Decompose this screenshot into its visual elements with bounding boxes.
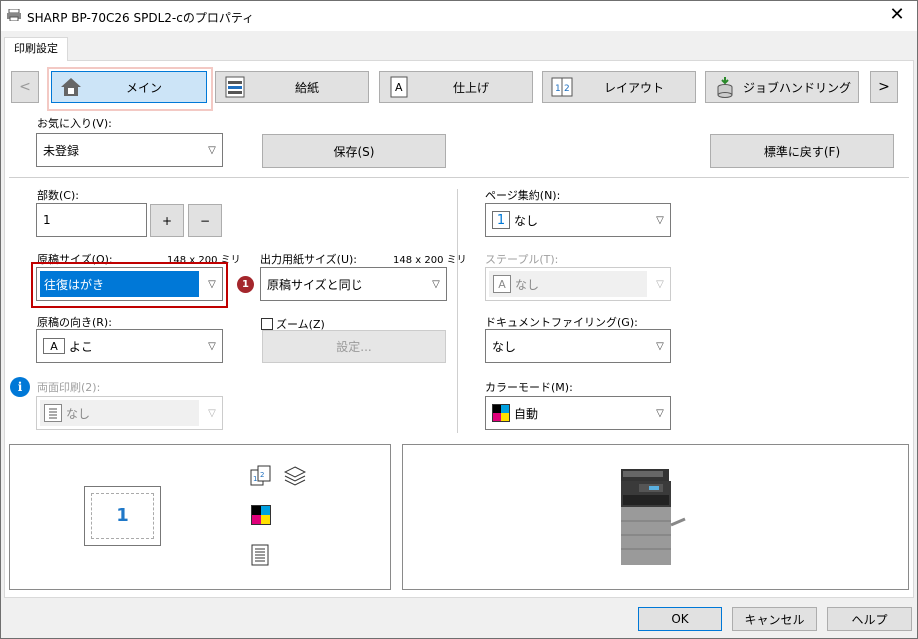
tab-print-settings[interactable]: 印刷設定: [4, 37, 68, 61]
printer-icon: [7, 8, 21, 22]
copies-minus-button[interactable]: −: [188, 204, 222, 237]
ok-button[interactable]: OK: [638, 607, 722, 631]
page-count-icon: 1: [492, 211, 510, 229]
settings-preview: [9, 444, 391, 590]
job-handling-icon: [714, 76, 736, 98]
divider: [9, 177, 909, 178]
zoom-settings-button[interactable]: 設定...: [262, 330, 446, 363]
staple-value: なし: [515, 277, 540, 292]
color-mode-label: カラーモード(M):: [485, 381, 573, 394]
layout-icon: 12: [551, 76, 573, 98]
chevron-down-icon: ▽: [656, 407, 664, 419]
chevron-down-icon: ▽: [208, 340, 216, 352]
nav-finishing-label: 仕上げ: [452, 80, 489, 95]
landscape-icon: A: [43, 338, 65, 354]
chevron-down-icon: ▽: [208, 407, 216, 419]
nav-paper-button[interactable]: 給紙: [215, 71, 369, 103]
doc-filing-label: ドキュメントファイリング(G):: [485, 316, 638, 329]
title-bar: SHARP BP-70C26 SPDL2-cのプロパティ ✕: [1, 1, 917, 31]
chevron-down-icon: ▽: [208, 144, 216, 156]
color-mode-icon: [492, 404, 510, 422]
original-size-select[interactable]: 往復はがき ▽: [36, 267, 223, 301]
original-size-value: 往復はがき: [40, 271, 199, 297]
info-icon[interactable]: i: [10, 377, 30, 397]
properties-window: SHARP BP-70C26 SPDL2-cのプロパティ ✕ 印刷設定 < メイ…: [0, 0, 918, 639]
favorites-label: お気に入り(V):: [37, 117, 112, 130]
nav-finishing-button[interactable]: A 仕上げ: [379, 71, 533, 103]
nup-value: なし: [514, 213, 539, 228]
nav-main-label: メイン: [125, 80, 162, 95]
nav-layout-label: レイアウト: [603, 80, 664, 95]
stack-icon: [283, 465, 307, 490]
nav-prev-button[interactable]: <: [11, 71, 39, 103]
preview-page-number: 1: [116, 505, 129, 526]
printer-image: [615, 467, 690, 570]
page-preview: 1: [84, 486, 161, 546]
nav-job-handling-button[interactable]: ジョブハンドリング: [705, 71, 859, 103]
paper-tray-icon: [224, 76, 246, 98]
svg-text:1: 1: [555, 84, 561, 94]
nav-layout-button[interactable]: 12 レイアウト: [542, 71, 696, 103]
home-icon: [60, 76, 82, 98]
staple-label: ステープル(T):: [485, 253, 559, 266]
help-button[interactable]: ヘルプ: [827, 607, 912, 631]
collate-icon: 21: [250, 465, 272, 490]
duplex-select[interactable]: なし ▽: [36, 396, 223, 430]
reset-default-button[interactable]: 標準に戻す(F): [710, 134, 894, 168]
svg-text:A: A: [395, 81, 403, 94]
favorites-value: 未登録: [43, 143, 80, 158]
nav-paper-label: 給紙: [294, 80, 319, 95]
color-mode-select[interactable]: 自動 ▽: [485, 396, 671, 430]
duplex-label: 両面印刷(2):: [37, 381, 101, 394]
document-icon: [44, 404, 62, 422]
staple-page-icon: A: [493, 275, 511, 293]
output-size-dims: 148 x 200 ミリ: [393, 255, 467, 266]
orientation-value: よこ: [69, 339, 94, 354]
nup-select[interactable]: 1 なし ▽: [485, 203, 671, 237]
save-button[interactable]: 保存(S): [262, 134, 446, 168]
orientation-select[interactable]: A よこ ▽: [36, 329, 223, 363]
doc-filing-select[interactable]: なし ▽: [485, 329, 671, 363]
copies-plus-button[interactable]: +: [150, 204, 184, 237]
close-icon[interactable]: ✕: [885, 3, 909, 27]
window-title: SHARP BP-70C26 SPDL2-cのプロパティ: [27, 11, 255, 25]
svg-text:1: 1: [253, 475, 257, 483]
single-sided-icon: [251, 544, 269, 569]
output-size-label: 出力用紙サイズ(U):: [260, 253, 358, 266]
copies-label: 部数(C):: [37, 189, 79, 202]
doc-filing-value: なし: [492, 339, 517, 354]
checkbox-box: [261, 318, 273, 330]
cancel-button[interactable]: キャンセル: [732, 607, 817, 631]
column-divider: [457, 189, 458, 433]
duplex-value: なし: [66, 406, 91, 421]
chevron-down-icon: ▽: [656, 278, 664, 290]
chevron-down-icon: ▽: [432, 278, 440, 290]
color-preview-icon: [251, 505, 271, 525]
svg-text:2: 2: [564, 84, 570, 94]
copies-input[interactable]: 1: [36, 203, 147, 237]
nup-label: ページ集約(N):: [485, 189, 561, 202]
staple-select[interactable]: A なし ▽: [485, 267, 671, 301]
orientation-label: 原稿の向き(R):: [37, 316, 112, 329]
nav-next-button[interactable]: >: [870, 71, 898, 103]
output-size-value: 原稿サイズと同じ: [267, 277, 363, 292]
output-size-select[interactable]: 原稿サイズと同じ ▽: [260, 267, 447, 301]
nav-main-button[interactable]: メイン: [51, 71, 207, 103]
favorites-select[interactable]: 未登録 ▽: [36, 133, 223, 167]
nav-job-handling-label: ジョブハンドリング: [742, 80, 851, 95]
svg-text:2: 2: [260, 471, 264, 479]
callout-badge: 1: [237, 276, 254, 293]
chevron-down-icon: ▽: [656, 340, 664, 352]
chevron-down-icon: ▽: [208, 278, 216, 290]
color-mode-value: 自動: [514, 406, 539, 421]
chevron-down-icon: ▽: [656, 214, 664, 226]
finishing-icon: A: [388, 76, 410, 98]
